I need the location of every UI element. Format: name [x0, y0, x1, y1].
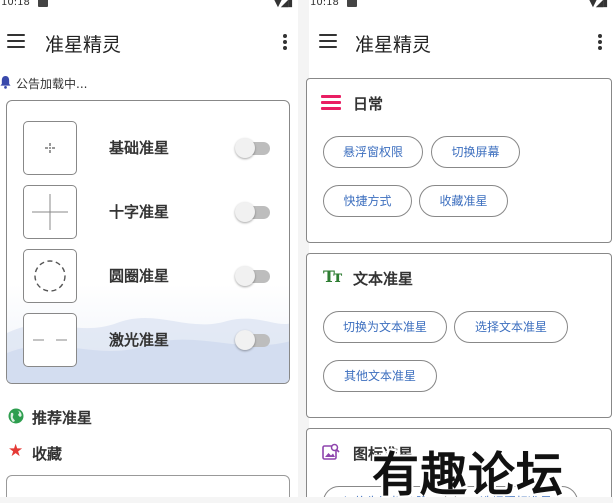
- crosshair-label: 圆圈准星: [109, 267, 170, 285]
- menu-lines-icon: [321, 95, 341, 111]
- group-card-daily: 日常 悬浮窗权限 切换屏幕 快捷方式 收藏准星: [306, 78, 612, 243]
- network-status-icon: ▼◢▮: [274, 0, 293, 9]
- recommended-label: 推荐准星: [32, 409, 93, 427]
- group-title: 文本准星: [353, 270, 414, 288]
- app-bar: 准星精灵: [309, 22, 613, 62]
- crosshair-toggle-cross[interactable]: [235, 202, 270, 222]
- circle-crosshair-icon[interactable]: [23, 249, 77, 303]
- crosshair-label: 十字准星: [109, 203, 170, 221]
- menu-icon[interactable]: [319, 34, 337, 48]
- crosshair-row-basic: 基础准星: [23, 121, 275, 175]
- favorites-label: 收藏: [32, 445, 63, 463]
- cross-crosshair-icon[interactable]: [23, 185, 77, 239]
- app-title: 准星精灵: [355, 34, 432, 56]
- status-time: 10:18: [1, 0, 30, 8]
- crosshair-row-cross: 十字准星: [23, 185, 275, 239]
- forum-watermark: 有趣论坛: [372, 448, 564, 503]
- image-notification-icon: [38, 0, 48, 7]
- group-title: 日常: [353, 95, 384, 113]
- app-title: 准星精灵: [45, 34, 122, 56]
- crosshair-list-card: 基础准星 十字准星 圆圈准星 激光准星: [6, 100, 290, 384]
- star-icon: ★: [8, 441, 24, 461]
- status-bar: 10:18 ▼◢▮: [0, 0, 298, 12]
- network-status-icon: ▼◢▮: [589, 0, 608, 9]
- crosshair-toggle-laser[interactable]: [235, 330, 270, 350]
- globe-icon: [8, 408, 24, 424]
- announcement-text: 公告加载中...: [16, 77, 88, 91]
- chip-shortcut[interactable]: 快捷方式: [323, 185, 412, 217]
- more-options-icon[interactable]: [597, 34, 603, 50]
- crosshair-toggle-basic[interactable]: [235, 138, 270, 158]
- group-card-text: Tт 文本准星 切换为文本准星 选择文本准星 其他文本准星: [306, 253, 612, 418]
- chip-select-text[interactable]: 选择文本准星: [454, 311, 568, 343]
- chip-overlay-permission[interactable]: 悬浮窗权限: [323, 136, 423, 168]
- image-search-icon: [322, 443, 340, 460]
- chip-switch-to-text[interactable]: 切换为文本准星: [323, 311, 447, 343]
- menu-icon[interactable]: [7, 34, 25, 48]
- crosshair-row-circle: 圆圈准星: [23, 249, 275, 303]
- crosshair-toggle-circle[interactable]: [235, 266, 270, 286]
- status-time: 10:18: [310, 0, 339, 8]
- chip-favorite-crosshair[interactable]: 收藏准星: [419, 185, 508, 217]
- more-options-icon[interactable]: [282, 34, 288, 50]
- laser-crosshair-icon[interactable]: [23, 313, 77, 367]
- image-notification-icon: [347, 0, 357, 7]
- crosshair-row-laser: 激光准星: [23, 313, 275, 367]
- left-screen: 10:18 ▼◢▮ 准星精灵 公告加载中... 基础准星 十字准星 圆圈准星 激…: [0, 0, 298, 503]
- text-format-icon: Tт: [323, 267, 343, 286]
- chip-switch-screen[interactable]: 切换屏幕: [431, 136, 520, 168]
- chip-other-text[interactable]: 其他文本准星: [323, 360, 437, 392]
- crosshair-label: 激光准星: [109, 331, 170, 349]
- app-bar: 准星精灵: [0, 22, 298, 62]
- status-bar: 10:18 ▼◢▮: [309, 0, 613, 12]
- bell-icon: [0, 76, 11, 89]
- dot-crosshair-icon[interactable]: [23, 121, 77, 175]
- crosshair-label: 基础准星: [109, 139, 170, 157]
